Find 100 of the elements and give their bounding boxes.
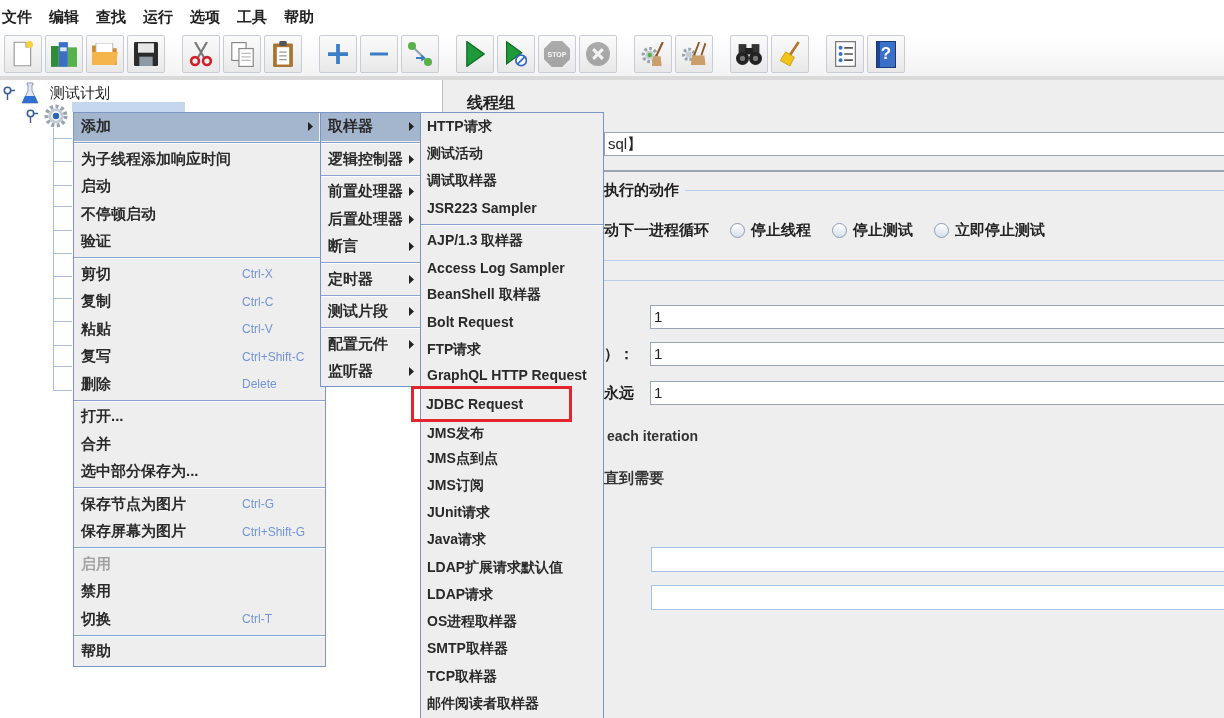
shortcut-label: Ctrl-V xyxy=(242,322,273,337)
search-button[interactable] xyxy=(730,35,768,73)
name-field[interactable]: sql】 xyxy=(604,132,1224,156)
menu-item[interactable]: OS进程取样器 xyxy=(421,608,603,636)
start-no-pauses-button[interactable] xyxy=(497,35,535,73)
menu-item[interactable]: 后置处理器 xyxy=(321,205,420,233)
menu-item[interactable]: 删除 Delete xyxy=(74,370,319,398)
menu-item[interactable]: Bolt Request xyxy=(421,308,603,336)
paste-button[interactable] xyxy=(264,35,302,73)
tree-handle-icon[interactable] xyxy=(3,86,15,100)
radio-option[interactable]: 停止线程 xyxy=(730,220,811,240)
menu-item[interactable]: 添加 xyxy=(74,113,319,141)
menu-item[interactable]: 复制 Ctrl-C xyxy=(74,288,319,316)
menu-item[interactable]: 剪切 Ctrl-X xyxy=(74,260,319,288)
menu-item[interactable]: 逻辑控制器 xyxy=(321,145,420,173)
menu-item[interactable]: 切换 Ctrl-T xyxy=(74,605,319,633)
menu-item[interactable]: 保存屏幕为图片 Ctrl+Shift-G xyxy=(74,518,319,546)
menu-bar-item[interactable]: 查找 xyxy=(96,7,126,27)
save-button[interactable] xyxy=(127,35,165,73)
menu-item[interactable]: 启动 xyxy=(74,173,319,201)
menu-item[interactable]: 打开... xyxy=(74,403,319,431)
number-field[interactable]: 1 xyxy=(650,342,1224,366)
menu-item[interactable]: 合并 xyxy=(74,430,319,458)
clear-button[interactable] xyxy=(634,35,672,73)
menu-item[interactable]: 粘贴 Ctrl-V xyxy=(74,315,319,343)
clear-all-button[interactable] xyxy=(675,35,713,73)
function-helper-button[interactable] xyxy=(826,35,864,73)
minus-icon xyxy=(370,52,388,56)
tree-handle-icon[interactable] xyxy=(26,109,38,123)
scissors-icon xyxy=(189,41,213,67)
binoculars-icon xyxy=(736,43,762,65)
list-icon xyxy=(834,41,856,67)
copy-button[interactable] xyxy=(223,35,261,73)
plus-icon xyxy=(328,44,348,64)
menu-item[interactable]: JUnit请求 xyxy=(421,499,603,527)
menu-item[interactable]: 保存节点为图片 Ctrl-G xyxy=(74,490,319,518)
menu-item[interactable]: HTTP请求 xyxy=(421,113,603,141)
connector-icon xyxy=(408,42,432,66)
menu-item[interactable]: JMS订阅 xyxy=(421,472,603,500)
menu-item[interactable]: 前置处理器 xyxy=(321,178,420,206)
menu-item[interactable]: 邮件阅读者取样器 xyxy=(421,690,603,718)
shortcut-label: Ctrl-G xyxy=(242,497,274,512)
menu-item[interactable]: 测试活动 xyxy=(421,140,603,168)
new-button[interactable] xyxy=(4,35,42,73)
menu-bar-item[interactable]: 运行 xyxy=(143,7,173,27)
cut-button[interactable] xyxy=(182,35,220,73)
menu-item[interactable]: 取样器 xyxy=(321,113,420,141)
menu-item[interactable]: 禁用 xyxy=(74,578,319,606)
menu-item[interactable]: JMS点到点 xyxy=(421,445,603,473)
radio-button-icon[interactable] xyxy=(730,222,745,238)
templates-button[interactable] xyxy=(45,35,83,73)
toggle-button[interactable] xyxy=(401,35,439,73)
menu-item[interactable]: 定时器 xyxy=(321,265,420,293)
menu-item[interactable]: SMTP取样器 xyxy=(421,635,603,663)
collapse-button[interactable] xyxy=(360,35,398,73)
clipboard-icon xyxy=(273,41,293,67)
menu-item[interactable]: 断言 xyxy=(321,233,420,261)
menu-bar-item[interactable]: 文件 xyxy=(2,7,32,27)
menu-bar-item[interactable]: 编辑 xyxy=(49,7,79,27)
radio-button-icon[interactable] xyxy=(832,222,847,238)
menu-item[interactable]: TCP取样器 xyxy=(421,663,603,691)
menu-item[interactable]: 验证 xyxy=(74,228,319,256)
menu-item[interactable]: Access Log Sampler xyxy=(421,254,603,282)
menu-item[interactable]: 配置元件 xyxy=(321,330,420,358)
number-field[interactable]: 1 xyxy=(650,381,1224,405)
help-button[interactable]: ? xyxy=(867,35,905,73)
menu-item[interactable]: 调试取样器 xyxy=(421,167,603,195)
menu-bar-item[interactable]: 工具 xyxy=(237,7,267,27)
menu-item[interactable]: 监听器 xyxy=(321,358,420,386)
menu-item[interactable]: 复写 Ctrl+Shift-C xyxy=(74,343,319,371)
radio-option[interactable]: 停止测试 xyxy=(832,220,913,240)
text-field[interactable] xyxy=(651,585,1224,610)
field-label: ）： xyxy=(604,344,635,364)
expand-button[interactable] xyxy=(319,35,357,73)
radio-label: 动下一进程循环 xyxy=(604,220,709,240)
menu-item[interactable]: 帮助 xyxy=(74,638,319,666)
menu-item[interactable]: LDAP扩展请求默认值 xyxy=(421,554,603,582)
menu-item[interactable]: Java请求 xyxy=(421,526,603,554)
text-field[interactable] xyxy=(651,547,1224,572)
number-field[interactable]: 1 xyxy=(650,305,1224,329)
menu-item[interactable]: 为子线程添加响应时间 xyxy=(74,145,319,173)
radio-button-icon[interactable] xyxy=(934,222,949,238)
start-button[interactable] xyxy=(456,35,494,73)
menu-item[interactable]: 测试片段 xyxy=(321,298,420,326)
radio-option[interactable]: 立即停止测试 xyxy=(934,220,1045,240)
gear-broom-icon xyxy=(641,41,665,67)
menu-item[interactable]: AJP/1.3 取样器 xyxy=(421,227,603,255)
menu-item[interactable]: BeanShell 取样器 xyxy=(421,281,603,309)
menu-bar-item[interactable]: 选项 xyxy=(190,7,220,27)
menu-item[interactable]: JDBC Request xyxy=(411,386,572,423)
menu-item[interactable]: JMS发布 xyxy=(421,422,603,445)
shortcut-label: Ctrl-C xyxy=(242,294,274,309)
menu-bar-item[interactable]: 帮助 xyxy=(284,7,314,27)
menu-item[interactable]: 选中部分保存为... xyxy=(74,458,319,486)
menu-item[interactable]: FTP请求 xyxy=(421,336,603,364)
tree-node-label[interactable]: 测试计划 xyxy=(48,83,112,103)
menu-item[interactable]: GraphQL HTTP Request xyxy=(421,363,603,386)
menu-item[interactable]: LDAP请求 xyxy=(421,581,603,609)
menu-item[interactable]: JSR223 Sampler xyxy=(421,194,603,222)
menu-item[interactable]: 不停顿启动 xyxy=(74,200,319,228)
